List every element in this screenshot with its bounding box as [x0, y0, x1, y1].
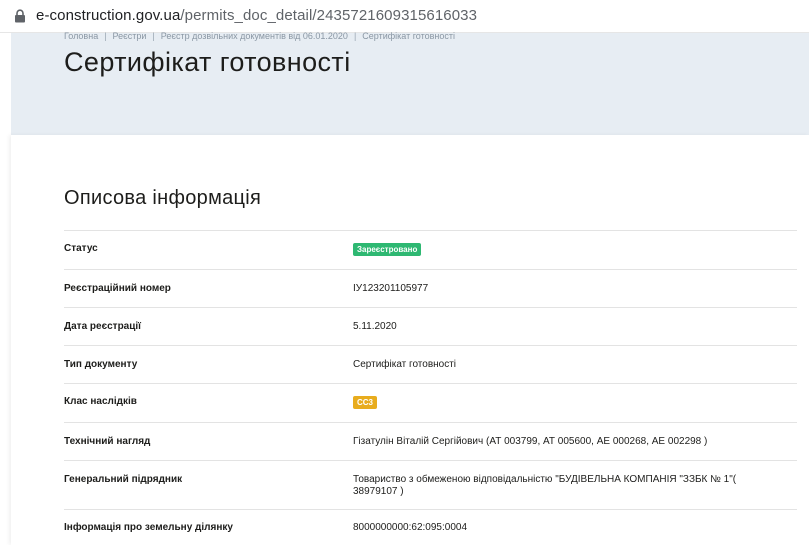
info-label: Статус	[64, 243, 98, 254]
info-label: Клас наслідків	[64, 396, 137, 407]
breadcrumb-separator: |	[104, 31, 107, 41]
info-value: 8000000000:62:095:0004	[353, 522, 468, 533]
info-value: Зареєстровано	[353, 243, 773, 256]
section-title: Описова інформація	[64, 187, 262, 209]
page: e-construction.gov.ua/permits_doc_detail…	[0, 0, 809, 545]
breadcrumb-item-current: Сертифікат готовності	[362, 31, 456, 41]
info-value: Гізатулін Віталій Сергійович (АТ 003799,…	[353, 436, 708, 447]
info-row-general-contractor: Генеральний підрядник Товариство з обмеж…	[64, 460, 797, 509]
breadcrumb-item-permits-registry[interactable]: Реєстр дозвільних документів від 06.01.2…	[161, 31, 348, 41]
class-badge: СС3	[353, 396, 378, 409]
info-label: Генеральний підрядник	[64, 474, 183, 485]
url-host: e-construction.gov.ua	[36, 7, 181, 24]
info-row-document-type: Тип документу Сертифікат готовності	[64, 345, 797, 383]
content-panel: Описова інформація Статус Зареєстровано …	[11, 135, 809, 545]
page-header: Головна | Реєстри | Реєстр дозвільних докуме…	[11, 31, 809, 135]
info-value: ІУ123201105977	[353, 283, 429, 294]
info-row-technical-supervision: Технічний нагляд Гізатулін Віталій Сергі…	[64, 422, 797, 460]
lock-icon[interactable]	[14, 9, 26, 23]
info-label: Технічний нагляд	[64, 436, 151, 447]
page-title: Сертифікат готовності	[64, 47, 351, 77]
breadcrumb-separator: |	[152, 31, 155, 41]
info-label: Реєстраційний номер	[64, 283, 171, 294]
info-label: Інформація про земельну ділянку	[64, 522, 233, 533]
url-path: /permits_doc_detail/2435721609315616033	[180, 7, 478, 24]
info-table: Статус Зареєстровано Реєстраційний номер…	[64, 230, 797, 545]
url-text[interactable]: e-construction.gov.ua/permits_doc_detail…	[36, 7, 477, 25]
info-value: СС3	[353, 396, 773, 409]
breadcrumb-item-registries[interactable]: Реєстри	[113, 31, 147, 41]
status-badge: Зареєстровано	[353, 243, 422, 256]
address-bar[interactable]: e-construction.gov.ua/permits_doc_detail…	[0, 0, 809, 33]
breadcrumb: Головна | Реєстри | Реєстр дозвільних докуме…	[64, 31, 455, 41]
info-value: Сертифікат готовності	[353, 359, 457, 370]
info-row-registration-number: Реєстраційний номер ІУ123201105977	[64, 269, 797, 307]
breadcrumb-separator: |	[353, 31, 357, 41]
info-value: 5.11.2020	[353, 321, 397, 332]
info-value: Товариство з обмеженою відповідальністю …	[353, 474, 737, 497]
info-label: Тип документу	[64, 359, 138, 370]
info-label: Дата реєстрації	[64, 321, 141, 332]
breadcrumb-item-home[interactable]: Головна	[64, 31, 98, 41]
info-row-consequence-class: Клас наслідків СС3	[64, 383, 797, 422]
info-row-registration-date: Дата реєстрації 5.11.2020	[64, 307, 797, 345]
info-row-land-plot: Інформація про земельну ділянку 80000000…	[64, 509, 797, 545]
info-row-status: Статус Зареєстровано	[64, 230, 797, 269]
